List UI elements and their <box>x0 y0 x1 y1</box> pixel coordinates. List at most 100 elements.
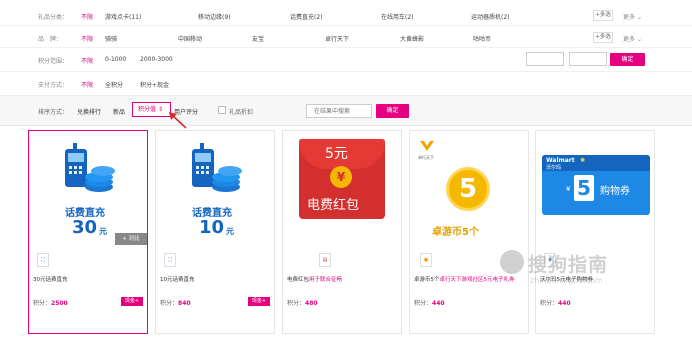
filter-option[interactable]: 在线用车(2) <box>381 12 414 21</box>
brand-badge-icon: ⛶ <box>164 253 176 267</box>
card-title-text: 30元话费直充 <box>33 277 68 283</box>
brand-badge-icon: ⛶ <box>37 253 49 267</box>
card-title[interactable]: 沃尔玛5元电子购物券 <box>540 277 652 284</box>
filter-nolimit[interactable]: 不限 <box>81 34 93 43</box>
cash-tag: 现金+ <box>248 297 270 306</box>
card-art-text: 购物券 <box>600 186 630 197</box>
points-value: 2500 <box>51 300 68 307</box>
search-results-button[interactable]: 确定 <box>376 104 409 118</box>
filter-option[interactable]: 咕咕币 <box>473 34 491 43</box>
product-card[interactable]: 5元 ¥ 电费红包 ▤ 电费红包用于联合征畅 积分：480 <box>282 130 402 334</box>
multi-select-button[interactable]: +多选 <box>593 10 613 21</box>
sort-option-new[interactable]: 新品 <box>113 107 125 116</box>
card-points: 积分：440 <box>540 298 571 307</box>
points-label: 积分： <box>287 300 306 307</box>
filter-option[interactable]: 话费直充(2) <box>290 12 323 21</box>
discount-checkbox-label: 礼品折扣 <box>229 109 254 116</box>
filter-option[interactable]: 0-1000 <box>105 56 126 63</box>
filter-label: 积分范围： <box>38 58 69 65</box>
filter-option[interactable]: 全积分 <box>105 80 123 89</box>
filter-nolimit[interactable]: 不限 <box>81 80 93 89</box>
card-title-text: 10元话费直充 <box>160 277 195 283</box>
filter-option[interactable]: 卓行天下 <box>325 34 349 43</box>
card-art-amount: 5 <box>446 167 490 211</box>
filter-row-gift-category: 礼品分类： 不限 游戏点卡(11) 移动边缘(9) 话费直充(2) 在线用车(2… <box>0 4 692 26</box>
card-title[interactable]: 卓游币5个卓行天下游戏社区5元电子礼券 <box>414 277 526 284</box>
compare-button[interactable]: + 对比 <box>115 233 147 245</box>
brand-badge-icon: ● <box>420 253 432 267</box>
filter-option[interactable]: 积分+现金 <box>140 80 169 89</box>
brand-badge-icon: ★ <box>544 253 556 267</box>
card-title[interactable]: 10元话费直充 <box>160 277 272 284</box>
card-points: 积分：440 <box>414 298 445 307</box>
product-card[interactable]: 话费直充 10 元 ⛶ 10元话费直充 积分：840 现金+ <box>155 130 275 334</box>
more-label: 更多 <box>623 14 636 21</box>
spark-icon: ✺ <box>580 157 586 164</box>
product-card[interactable]: 话费直充 30 元 + 对比 ⛶ 30元话费直充 积分：2500 现金+ <box>28 130 148 334</box>
multi-select-button[interactable]: +多选 <box>593 32 613 43</box>
card-art-text: 电费红包 <box>307 198 360 213</box>
points-value: 440 <box>432 300 445 307</box>
filter-option[interactable]: 移动边缘(9) <box>198 12 231 21</box>
filter-option[interactable]: 大黄蜂影 <box>400 34 424 43</box>
phone-coins-icon <box>65 143 115 192</box>
more-button[interactable]: 更多 ⌄ <box>623 12 642 21</box>
discount-checkbox[interactable] <box>218 106 226 114</box>
card-title[interactable]: 电费红包用于联合征畅 <box>287 277 399 284</box>
more-label: 更多 <box>623 36 636 43</box>
filter-option[interactable]: 游戏点卡(11) <box>105 12 141 21</box>
sort-arrows-icon: ⇕ <box>157 106 163 113</box>
filter-option[interactable]: 中国移动 <box>178 34 202 43</box>
card-points: 积分：480 <box>287 298 318 307</box>
walmart-voucher-art: Walmart ✺ 沃尔玛 ¥ 5 购物券 <box>542 155 650 215</box>
cash-tag: 现金+ <box>121 297 143 306</box>
card-points: 积分：840 <box>160 298 191 307</box>
filter-label: 品 牌： <box>38 36 63 43</box>
yen-coin-icon: ¥ <box>330 166 352 188</box>
points-value: 440 <box>558 300 571 307</box>
card-art-amount: 30 <box>72 217 98 238</box>
filter-option[interactable]: 骑骑 <box>105 34 117 43</box>
points-min-input[interactable] <box>526 52 564 66</box>
sort-option-points-label: 积分值 <box>138 106 157 113</box>
sort-label: 排序方式： <box>38 109 69 116</box>
card-title-text: 电费红包 <box>287 277 310 283</box>
filter-nolimit[interactable]: 不限 <box>81 12 93 21</box>
card-art-amount: 10 <box>199 217 225 238</box>
card-points: 积分：2500 <box>33 298 68 307</box>
more-button[interactable]: 更多 ⌄ <box>623 34 642 43</box>
card-art-logo-text: 卓行天下 <box>418 155 434 160</box>
chevron-down-icon: ⌄ <box>636 36 642 43</box>
card-title[interactable]: 30元话费直充 <box>33 277 145 284</box>
card-title-text: 沃尔玛5元电子购物券 <box>540 277 593 283</box>
filter-row-points: 积分范围： 不限 0-1000 2000-3000 确定 <box>0 48 692 72</box>
card-art-brand: Walmart <box>546 157 575 164</box>
filter-option[interactable]: 运动器质机(2) <box>471 12 510 21</box>
filter-panel: 礼品分类： 不限 游戏点卡(11) 移动边缘(9) 话费直充(2) 在线用车(2… <box>0 0 692 96</box>
filter-option[interactable]: 友宝 <box>252 34 264 43</box>
sort-option-exchange-rank[interactable]: 兑换排行 <box>77 107 101 116</box>
points-label: 积分： <box>160 300 179 307</box>
search-results-input[interactable] <box>306 104 372 118</box>
points-value: 840 <box>178 300 191 307</box>
product-card[interactable]: Walmart ✺ 沃尔玛 ¥ 5 购物券 ★ 沃尔玛5元电子购物券 积分：44… <box>535 130 655 334</box>
points-label: 积分： <box>540 300 559 307</box>
product-card[interactable]: 卓行天下 5 卓游币5个 ● 卓游币5个卓行天下游戏社区5元电子礼券 积分：44… <box>409 130 529 334</box>
card-title-highlight: 卓行天下游戏社区5元电子礼券 <box>439 277 515 283</box>
points-max-input[interactable] <box>569 52 607 66</box>
brand-logo-icon <box>420 141 434 151</box>
filter-nolimit[interactable]: 不限 <box>81 56 93 65</box>
card-art-text: 卓游币5个 <box>432 227 479 238</box>
filter-row-brand: 品 牌： 不限 骑骑 中国移动 友宝 卓行天下 大黄蜂影 咕咕币 +多选 更多 … <box>0 26 692 48</box>
filter-option[interactable]: 2000-3000 <box>140 56 173 63</box>
card-title-text: 卓游币5个 <box>414 277 440 283</box>
red-envelope-art: 5元 ¥ 电费红包 <box>299 139 385 219</box>
points-value: 480 <box>305 300 318 307</box>
currency-icon: ¥ <box>566 185 571 193</box>
points-confirm-button[interactable]: 确定 <box>610 53 645 66</box>
card-art-amount: 5 <box>574 175 594 201</box>
filter-row-payment: 支付方式： 不限 全积分 积分+现金 <box>0 72 692 94</box>
card-art-unit: 元 <box>99 227 107 236</box>
card-art-amount: 5元 <box>325 146 348 162</box>
card-title-highlight: 用于联合征畅 <box>309 277 343 283</box>
